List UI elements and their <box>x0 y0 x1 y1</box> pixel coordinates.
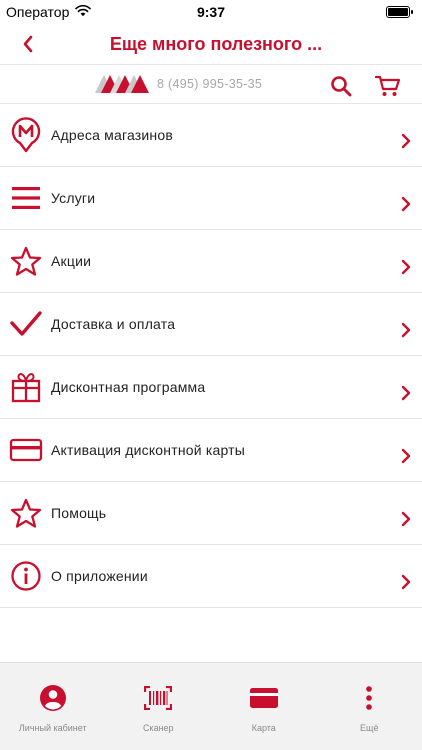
menu-item-label: Дисконтная программа <box>51 379 206 395</box>
menu-list: Адреса магазинов Услуги Акции Доставка и… <box>0 104 422 608</box>
more-dots-icon <box>354 683 384 713</box>
menu-item-promotions[interactable]: Акции <box>0 230 422 293</box>
brand-logo[interactable] <box>95 75 149 98</box>
tab-scanner[interactable]: Сканер <box>106 663 212 750</box>
barcode-scanner-icon <box>143 683 173 713</box>
tab-card[interactable]: Карта <box>211 663 317 750</box>
search-icon <box>331 76 352 97</box>
chevron-right-icon <box>400 510 412 528</box>
card-icon <box>0 419 51 482</box>
menu-item-card-activation[interactable]: Активация дисконтной карты <box>0 419 422 482</box>
menu-item-label: О приложении <box>51 568 148 584</box>
checkmark-icon <box>0 293 51 356</box>
menu-item-label: Доставка и оплата <box>51 316 176 332</box>
back-button[interactable] <box>14 30 42 58</box>
star-icon <box>0 230 51 293</box>
wifi-icon <box>75 4 92 20</box>
tab-bar: Личный кабинет Сканер Карта Ещё <box>0 662 422 750</box>
menu-lines-icon <box>0 167 51 230</box>
tab-label: Сканер <box>142 723 174 733</box>
chevron-right-icon <box>400 195 412 213</box>
menu-item-delivery-payment[interactable]: Доставка и оплата <box>0 293 422 356</box>
phone-number[interactable]: 8 (495) 995-35-35 <box>157 77 262 91</box>
menu-item-about-app[interactable]: О приложении <box>0 545 422 608</box>
chevron-right-icon <box>400 258 412 276</box>
star-icon <box>0 482 51 545</box>
tab-more[interactable]: Ещё <box>317 663 422 750</box>
carrier-name: Оператор <box>6 4 70 20</box>
chevron-right-icon <box>400 321 412 339</box>
chevron-right-icon <box>400 573 412 591</box>
menu-item-label: Услуги <box>51 190 96 206</box>
menu-item-label: Адреса магазинов <box>51 127 173 143</box>
metro-pin-icon <box>0 104 51 167</box>
subheader: 8 (495) 995-35-35 <box>0 64 422 104</box>
tab-account[interactable]: Личный кабинет <box>0 663 106 750</box>
menu-item-help[interactable]: Помощь <box>0 482 422 545</box>
tab-label: Карта <box>251 723 276 733</box>
menu-item-services[interactable]: Услуги <box>0 167 422 230</box>
nav-bar: Еще много полезного ... <box>0 24 422 64</box>
status-bar: Оператор 9:37 <box>0 0 422 24</box>
menu-item-discount-program[interactable]: Дисконтная программа <box>0 356 422 419</box>
tab-label: Ещё <box>360 723 379 733</box>
chevron-left-icon <box>23 35 33 53</box>
menu-item-label: Активация дисконтной карты <box>51 442 246 458</box>
search-button[interactable] <box>328 73 354 99</box>
chevron-right-icon <box>400 384 412 402</box>
chevron-right-icon <box>400 132 412 150</box>
gift-icon <box>0 356 51 419</box>
status-left: Оператор <box>6 4 92 20</box>
cart-button[interactable] <box>374 73 402 99</box>
menu-item-label: Акции <box>51 253 92 269</box>
battery-icon <box>386 6 413 18</box>
card-icon <box>249 683 279 713</box>
info-icon <box>0 545 51 608</box>
page-title: Еще много полезного ... <box>109 33 323 54</box>
menu-item-label: Помощь <box>51 505 107 521</box>
user-icon <box>38 683 68 713</box>
cart-icon <box>375 75 401 96</box>
chevron-right-icon <box>400 447 412 465</box>
tab-label: Личный кабинет <box>18 723 87 733</box>
menu-item-store-addresses[interactable]: Адреса магазинов <box>0 104 422 167</box>
